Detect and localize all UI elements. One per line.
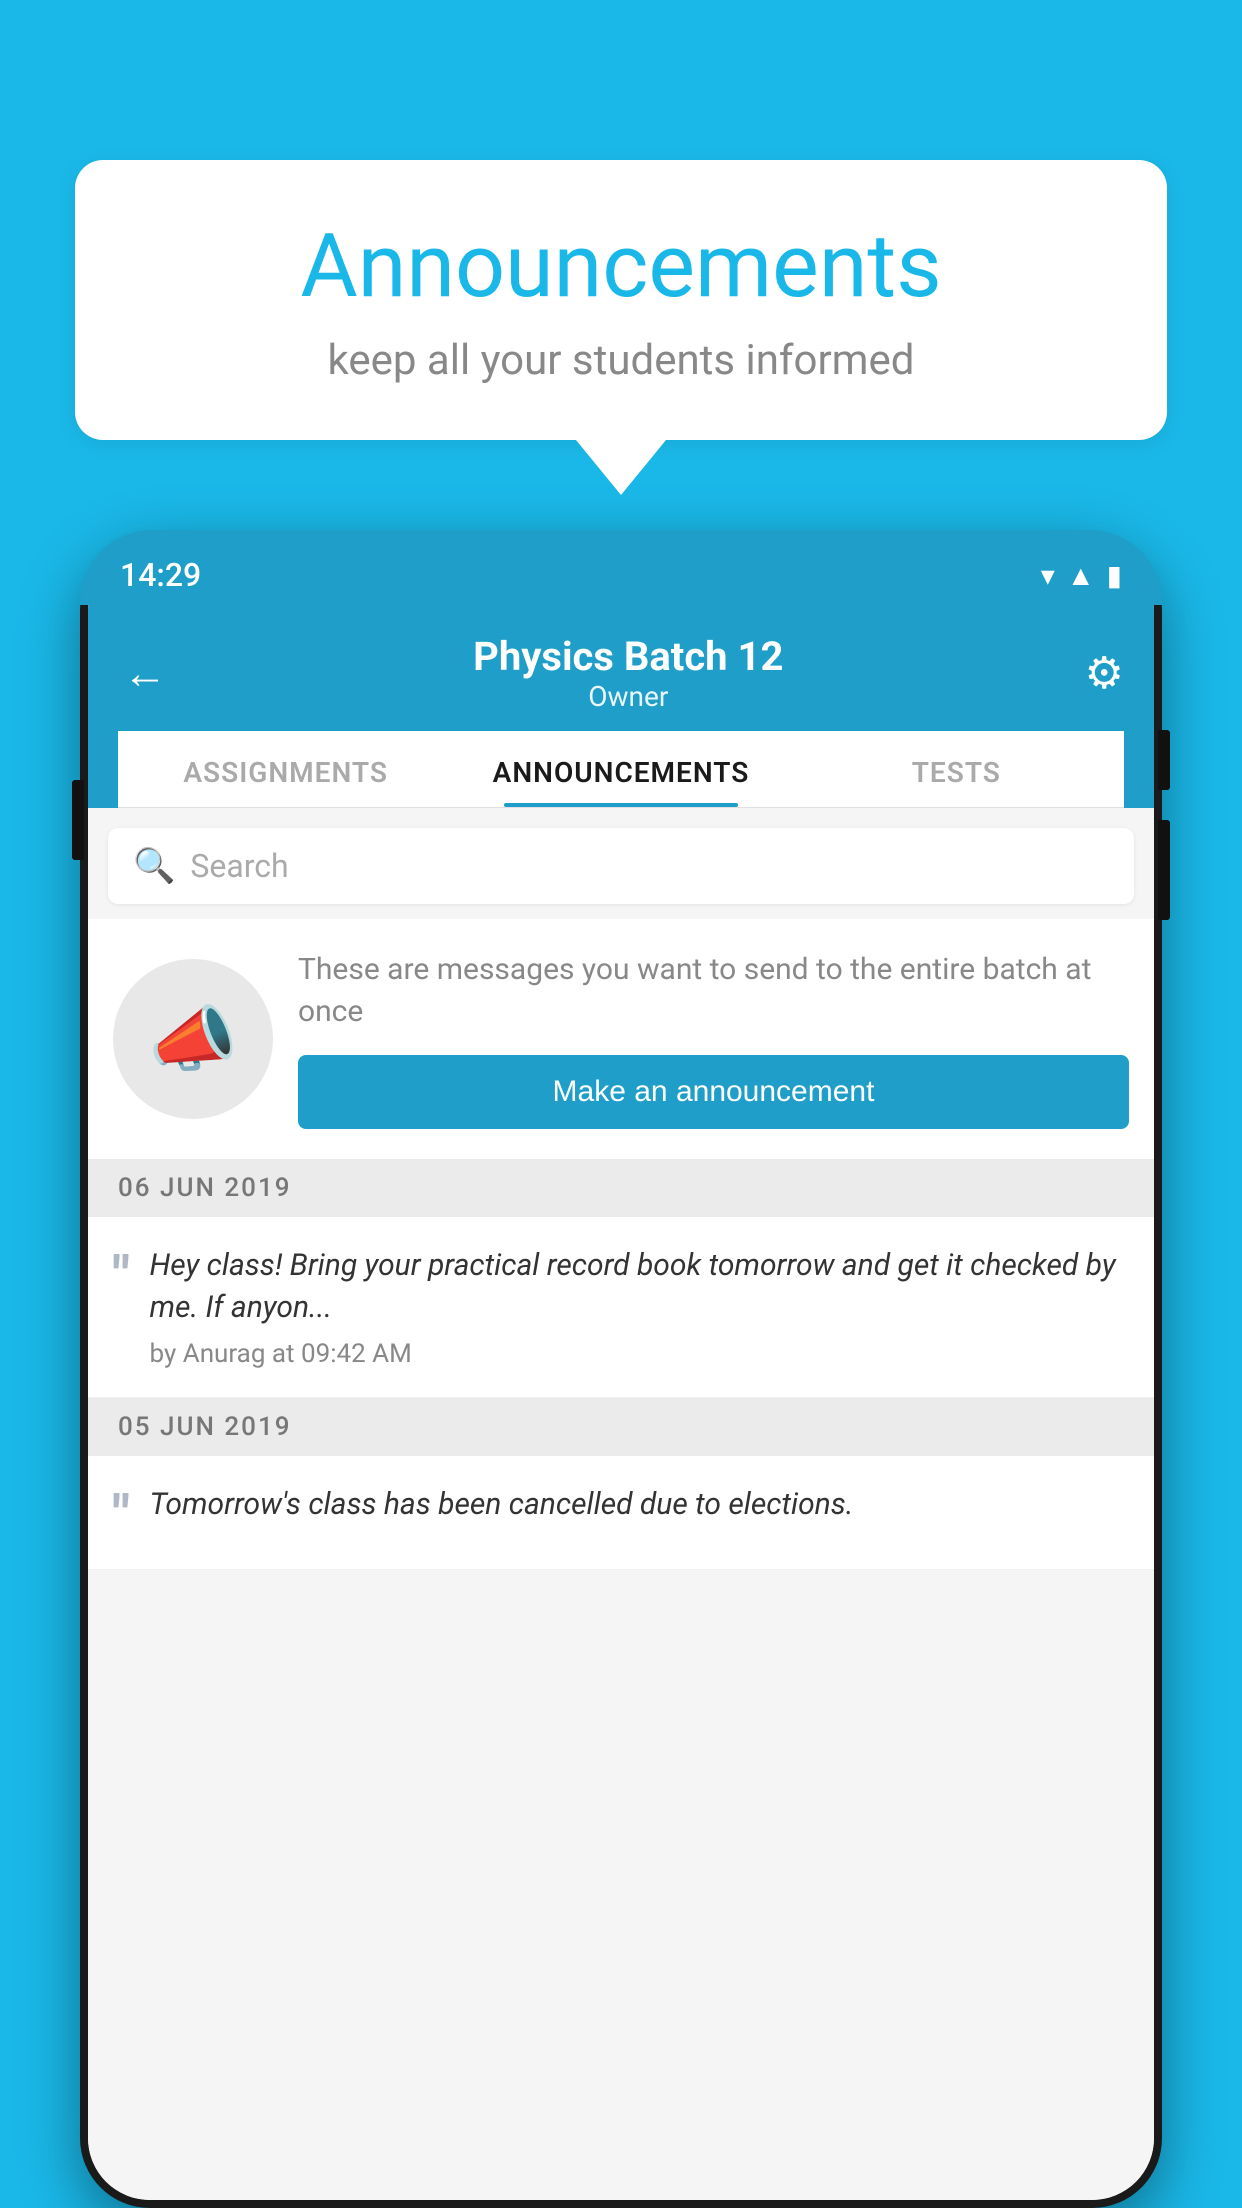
app-header-top: ← Physics Batch 12 Owner ⚙ — [118, 613, 1124, 731]
make-announcement-button[interactable]: Make an announcement — [298, 1055, 1129, 1129]
quote-icon-1: " — [113, 1250, 130, 1302]
settings-button[interactable]: ⚙ — [1085, 647, 1124, 699]
announcement-content-2: Tomorrow's class has been cancelled due … — [150, 1484, 1129, 1536]
promo-card: 📣 These are messages you want to send to… — [88, 919, 1154, 1159]
announcement-meta-1: by Anurag at 09:42 AM — [150, 1339, 1129, 1369]
announcement-item-2[interactable]: " Tomorrow's class has been cancelled du… — [88, 1456, 1154, 1570]
announcement-text-1: Hey class! Bring your practical record b… — [150, 1245, 1129, 1329]
phone-screen: 14:29 ▾ ▲ ▮ ← Physics Batch 12 Owner — [88, 538, 1154, 2200]
promo-description: These are messages you want to send to t… — [298, 949, 1129, 1033]
tab-announcements[interactable]: ANNOUNCEMENTS — [453, 731, 788, 807]
promo-icon-circle: 📣 — [113, 959, 273, 1119]
volume-button — [72, 780, 84, 860]
header-subtitle: Owner — [473, 680, 783, 713]
promo-right: These are messages you want to send to t… — [298, 949, 1129, 1129]
header-title-group: Physics Batch 12 Owner — [473, 633, 783, 713]
signal-icon: ▲ — [1067, 559, 1095, 592]
screen-content: 🔍 Search 📣 These are messages you want t… — [88, 808, 1154, 2200]
phone-mockup: 14:29 ▾ ▲ ▮ ← Physics Batch 12 Owner — [80, 530, 1162, 2208]
announcement-item-1[interactable]: " Hey class! Bring your practical record… — [88, 1217, 1154, 1398]
phone-frame: 14:29 ▾ ▲ ▮ ← Physics Batch 12 Owner — [80, 530, 1162, 2208]
quote-icon-2: " — [113, 1489, 130, 1541]
search-placeholder: Search — [190, 847, 288, 885]
status-bar: 14:29 ▾ ▲ ▮ — [88, 538, 1154, 605]
megaphone-icon: 📣 — [148, 997, 238, 1082]
speech-bubble-section: Announcements keep all your students inf… — [75, 160, 1167, 495]
speech-bubble-title: Announcements — [135, 215, 1107, 318]
power-button-bottom — [1158, 820, 1170, 920]
power-button-top — [1158, 730, 1170, 790]
date-separator-2: 05 JUN 2019 — [88, 1398, 1154, 1456]
speech-bubble-card: Announcements keep all your students inf… — [75, 160, 1167, 440]
battery-icon: ▮ — [1107, 559, 1122, 592]
date-separator-1: 06 JUN 2019 — [88, 1159, 1154, 1217]
tabs-container: ASSIGNMENTS ANNOUNCEMENTS TESTS — [118, 731, 1124, 808]
status-time: 14:29 — [120, 556, 201, 594]
status-icons: ▾ ▲ ▮ — [1041, 559, 1122, 592]
back-button[interactable]: ← — [118, 642, 172, 704]
announcement-content-1: Hey class! Bring your practical record b… — [150, 1245, 1129, 1369]
wifi-icon: ▾ — [1041, 559, 1055, 592]
speech-bubble-tail — [576, 440, 666, 495]
tab-tests[interactable]: TESTS — [789, 731, 1124, 807]
header-title: Physics Batch 12 — [473, 633, 783, 680]
search-bar[interactable]: 🔍 Search — [108, 828, 1134, 904]
announcement-text-2: Tomorrow's class has been cancelled due … — [150, 1484, 1129, 1526]
tab-assignments[interactable]: ASSIGNMENTS — [118, 731, 453, 807]
search-icon: 🔍 — [133, 846, 175, 886]
speech-bubble-subtitle: keep all your students informed — [135, 336, 1107, 385]
